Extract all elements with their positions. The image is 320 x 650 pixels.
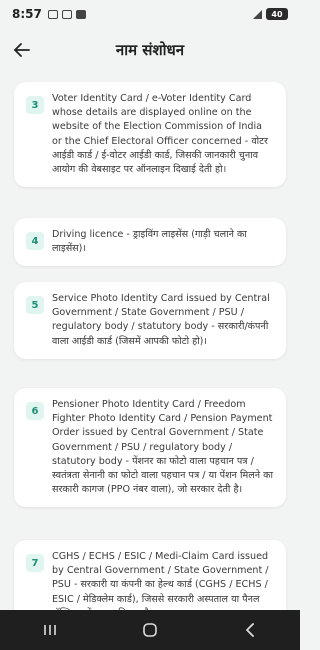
status-right: 40: [253, 8, 288, 20]
app-icon: [75, 9, 86, 19]
item-number-badge: 5: [26, 296, 44, 314]
item-number-badge: 3: [26, 96, 44, 114]
back-nav-icon: [246, 623, 254, 637]
signal-icon: [253, 9, 262, 19]
back-arrow-icon: [14, 43, 30, 57]
item-text: Driving licence - ड्राइविंग लाइसेंस (गाड…: [52, 229, 247, 255]
back-nav-button[interactable]: [230, 615, 270, 645]
notification-icons: [47, 9, 86, 19]
item-text: Pensioner Photo Identity Card / Freedom …: [52, 399, 273, 496]
item-number-badge: 7: [26, 554, 44, 572]
app-bar: नाम संशोधन: [0, 30, 300, 70]
list-item: 5 Service Photo Identity Card issued by …: [14, 282, 286, 359]
item-number-badge: 4: [26, 232, 44, 250]
list-item: 3 Voter Identity Card / e-Voter Identity…: [14, 82, 286, 188]
status-time: 8:57: [12, 7, 42, 21]
status-bar: 8:57 40: [0, 0, 300, 28]
recent-apps-icon: [44, 625, 56, 635]
page-title: नाम संशोधन: [115, 41, 185, 59]
recent-apps-button[interactable]: [30, 615, 70, 645]
message-icon: [61, 9, 72, 19]
list-item: 4 Driving licence - ड्राइविंग लाइसेंस (ग…: [14, 218, 286, 267]
item-number-badge: 6: [26, 402, 44, 420]
home-button[interactable]: [130, 615, 170, 645]
item-text: Voter Identity Card / e-Voter Identity C…: [52, 93, 268, 176]
battery-icon: 40: [266, 8, 288, 20]
system-nav-bar: [0, 610, 300, 650]
home-icon: [143, 623, 157, 637]
list-item: 6 Pensioner Photo Identity Card / Freedo…: [14, 388, 286, 508]
item-text: Service Photo Identity Card issued by Ce…: [52, 293, 270, 347]
notification-icon: [47, 9, 58, 19]
back-button[interactable]: [10, 38, 34, 62]
